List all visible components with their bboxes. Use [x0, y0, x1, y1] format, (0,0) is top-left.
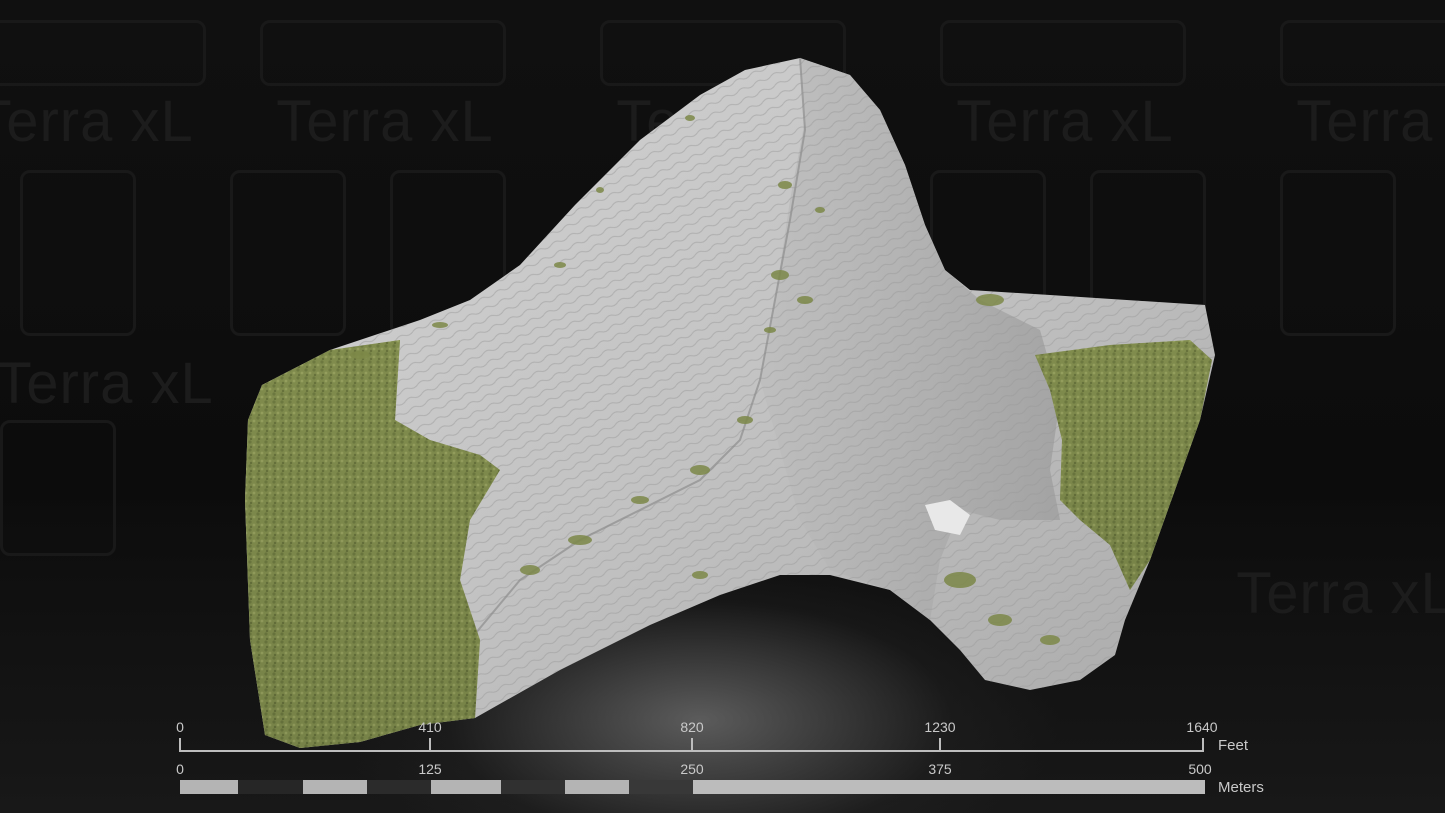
feet-tick: [939, 738, 941, 752]
feet-label-3: 1230: [924, 719, 956, 735]
feet-tick: [179, 738, 181, 752]
meters-label-4: 500: [1188, 761, 1212, 777]
terrain-model[interactable]: [0, 0, 1445, 813]
meters-segment: [629, 780, 693, 794]
feet-unit-label: Feet: [1218, 737, 1249, 754]
feet-label-1: 410: [418, 719, 442, 735]
meters-segment: [431, 780, 501, 794]
feet-tick: [429, 738, 431, 752]
model-viewport[interactable]: Terra xL Terra xL Terra xL Terra xL Terr…: [0, 0, 1445, 813]
meters-segment: [501, 780, 565, 794]
feet-tick: [1202, 738, 1204, 752]
meters-label-3: 375: [928, 761, 952, 777]
meters-segment: [303, 780, 367, 794]
meters-segment: [693, 780, 1205, 794]
meters-segment: [367, 780, 431, 794]
feet-label-0: 0: [176, 719, 184, 735]
feet-label-4: 1640: [1186, 719, 1218, 735]
meters-segment: [180, 780, 238, 794]
feet-label-2: 820: [680, 719, 704, 735]
meters-label-0: 0: [176, 761, 184, 777]
meters-segment: [238, 780, 303, 794]
meters-unit-label: Meters: [1218, 779, 1264, 796]
meters-segment: [565, 780, 629, 794]
meters-label-1: 125: [418, 761, 442, 777]
meters-label-2: 250: [680, 761, 704, 777]
feet-tick: [691, 738, 693, 752]
